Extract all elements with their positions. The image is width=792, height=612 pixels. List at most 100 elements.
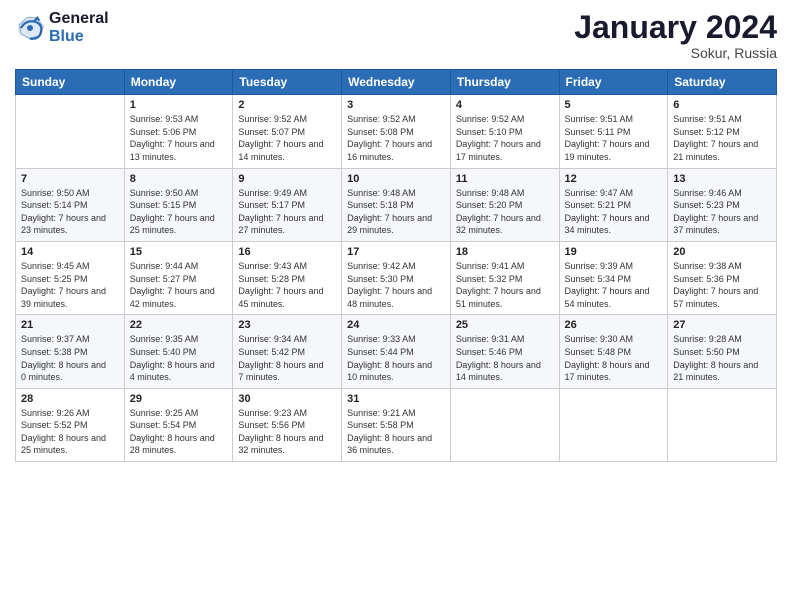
daylight-label: Daylight: 7 hours and [347,213,432,223]
daylight-minutes: 19 minutes. [565,152,612,162]
day-info: Sunrise: 9:23 AMSunset: 5:56 PMDaylight:… [238,407,336,457]
table-row: 23 Sunrise: 9:34 AMSunset: 5:42 PMDayligh… [233,315,342,388]
sunset-info: Sunset: 5:10 PM [456,127,523,137]
daylight-label: Daylight: 7 hours and [347,139,432,149]
day-info: Sunrise: 9:45 AMSunset: 5:25 PMDaylight:… [21,260,119,310]
day-number: 15 [130,246,228,258]
daylight-label: Daylight: 8 hours and [673,360,758,370]
daylight-label: Daylight: 8 hours and [21,360,106,370]
day-number: 24 [347,319,445,331]
table-row: 16Sunrise: 9:43 AMSunset: 5:28 PMDayligh… [233,241,342,314]
sunrise-info: Sunrise: 9:43 AM [238,261,307,271]
daylight-label: Daylight: 7 hours and [565,286,650,296]
day-info: Sunrise: 9:47 AMSunset: 5:21 PMDaylight:… [565,187,663,237]
table-row: 22 Sunrise: 9:35 AMSunset: 5:40 PMDayligh… [124,315,233,388]
day-number: 1 [130,99,228,111]
day-number: 25 [456,319,554,331]
sunrise-info: Sunrise: 9:31 AM [456,334,525,344]
daylight-minutes: 34 minutes. [565,225,612,235]
sunrise-info: Sunrise: 9:33 AM [347,334,416,344]
day-info: Sunrise: 9:34 AMSunset: 5:42 PMDaylight:… [238,333,336,383]
daylight-minutes: 27 minutes. [238,225,285,235]
day-number: 19 [565,246,663,258]
sunset-info: Sunset: 5:11 PM [565,127,631,137]
logo: General Blue [15,10,109,46]
daylight-label: Daylight: 7 hours and [565,139,650,149]
day-number: 17 [347,246,445,258]
day-number: 27 [673,319,771,331]
daylight-label: Daylight: 7 hours and [456,139,541,149]
daylight-label: Daylight: 8 hours and [347,433,432,443]
calendar-week-row: 1Sunrise: 9:53 AMSunset: 5:06 PMDaylight… [16,95,777,168]
sunset-info: Sunset: 5:23 PM [673,200,740,210]
table-row: 26Sunrise: 9:30 AMSunset: 5:48 PMDayligh… [559,315,668,388]
sunrise-info: Sunrise: 9:53 AM [130,114,199,124]
sunrise-info: Sunrise: 9:41 AM [456,261,525,271]
table-row: 6Sunrise: 9:51 AMSunset: 5:12 PMDaylight… [668,95,777,168]
table-row: 21Sunrise: 9:37 AMSunset: 5:38 PMDayligh… [16,315,125,388]
sunset-info: Sunset: 5:34 PM [565,274,632,284]
daylight-label: Daylight: 8 hours and [565,360,650,370]
daylight-minutes: 14 minutes. [456,372,503,382]
table-row [16,95,125,168]
sunrise-info: Sunrise: 9:30 AM [565,334,634,344]
day-info: Sunrise: 9:37 AMSunset: 5:38 PMDaylight:… [21,333,119,383]
table-row: 9Sunrise: 9:49 AMSunset: 5:17 PMDaylight… [233,168,342,241]
day-number: 22 [130,319,228,331]
table-row: 3Sunrise: 9:52 AMSunset: 5:08 PMDaylight… [342,95,451,168]
calendar-week-row: 21Sunrise: 9:37 AMSunset: 5:38 PMDayligh… [16,315,777,388]
sunset-info: Sunset: 5:18 PM [347,200,414,210]
daylight-minutes: 45 minutes. [238,299,285,309]
page: General Blue January 2024 Sokur, Russia … [0,0,792,612]
daylight-minutes: 7 minutes. [238,372,280,382]
daylight-label: Daylight: 8 hours and [130,433,215,443]
sunset-info: Sunset: 5:36 PM [673,274,740,284]
table-row: 20Sunrise: 9:38 AMSunset: 5:36 PMDayligh… [668,241,777,314]
daylight-minutes: 16 minutes. [347,152,394,162]
sunset-info: Sunset: 5:38 PM [21,347,88,357]
daylight-minutes: 42 minutes. [130,299,177,309]
col-thursday: Thursday [450,70,559,95]
day-number: 6 [673,99,771,111]
daylight-label: Daylight: 8 hours and [21,433,106,443]
day-info: Sunrise: 9:25 AMSunset: 5:54 PMDaylight:… [130,407,228,457]
sunset-info: Sunset: 5:12 PM [673,127,740,137]
day-number: 30 [238,393,336,405]
daylight-label: Daylight: 7 hours and [673,213,758,223]
sunrise-info: Sunrise: 9:48 AM [347,188,416,198]
daylight-minutes: 25 minutes. [130,225,177,235]
day-info: Sunrise: 9:35 AMSunset: 5:40 PMDaylight:… [130,333,228,383]
logo-icon [15,13,45,43]
table-row [559,388,668,461]
day-info: Sunrise: 9:42 AMSunset: 5:30 PMDaylight:… [347,260,445,310]
sunset-info: Sunset: 5:20 PM [456,200,523,210]
sunset-info: Sunset: 5:46 PM [456,347,523,357]
daylight-minutes: 48 minutes. [347,299,394,309]
day-info: Sunrise: 9:38 AMSunset: 5:36 PMDaylight:… [673,260,771,310]
daylight-minutes: 28 minutes. [130,445,177,455]
sunrise-info: Sunrise: 9:49 AM [238,188,307,198]
daylight-minutes: 23 minutes. [21,225,68,235]
daylight-label: Daylight: 7 hours and [21,286,106,296]
table-row: 28Sunrise: 9:26 AMSunset: 5:52 PMDayligh… [16,388,125,461]
table-row: 18Sunrise: 9:41 AMSunset: 5:32 PMDayligh… [450,241,559,314]
day-info: Sunrise: 9:48 AMSunset: 5:20 PMDaylight:… [456,187,554,237]
table-row: 10 Sunrise: 9:48 AM Sunset: 5:18 PM Dayligh… [342,168,451,241]
sunset-info: Sunset: 5:15 PM [130,200,197,210]
daylight-label: Daylight: 7 hours and [456,286,541,296]
daylight-label: Daylight: 7 hours and [130,213,215,223]
day-number: 23 [238,319,336,331]
sunrise-info: Sunrise: 9:25 AM [130,408,199,418]
day-number: 31 [347,393,445,405]
daylight-minutes: 57 minutes. [673,299,720,309]
day-number: 28 [21,393,119,405]
day-number: 11 [456,173,554,185]
table-row: 25Sunrise: 9:31 AMSunset: 5:46 PMDayligh… [450,315,559,388]
col-friday: Friday [559,70,668,95]
day-number: 2 [238,99,336,111]
daylight-label: Daylight: 7 hours and [238,213,323,223]
sunrise-info: Sunrise: 9:48 AM [456,188,525,198]
col-wednesday: Wednesday [342,70,451,95]
sunset-info: Sunset: 5:58 PM [347,420,414,430]
day-number: 10 [347,173,445,185]
